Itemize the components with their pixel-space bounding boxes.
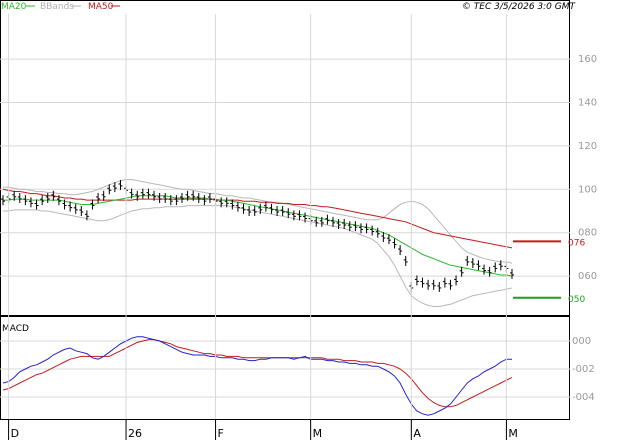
legend-ma50: MA50: [88, 2, 114, 12]
x-tick-label: M: [313, 427, 323, 440]
y-tick-label: -002: [572, 364, 595, 375]
ma20-line: [3, 195, 513, 277]
macd-panel-label: MACD: [2, 324, 29, 334]
stock-chart: MA20 BBands MA50 © TEC 3/5/2026 3:0 GMT …: [0, 0, 627, 440]
y-tick-label: 160: [578, 54, 597, 65]
y-tick-label: 140: [578, 97, 597, 108]
legend-ma20: MA20: [1, 2, 27, 12]
price-panel: 160 140 120 100 080 060 076 050: [0, 54, 597, 307]
y-tick-label: -004: [572, 392, 595, 403]
x-tick-label: M: [508, 427, 518, 440]
bbands-lower-line: [3, 205, 513, 307]
y-tick-label: 120: [578, 141, 597, 152]
x-axis: D 26 F M A M: [8, 14, 518, 440]
ma50-line: [2, 188, 513, 249]
chart-canvas: MA20 BBands MA50 © TEC 3/5/2026 3:0 GMT …: [0, 0, 597, 440]
macd-panel: 000 -002 -004: [0, 336, 595, 416]
y-tick-label: 000: [572, 336, 591, 347]
y-tick-label: 080: [578, 228, 597, 239]
x-tick-label: 26: [128, 427, 142, 440]
x-tick-label: D: [11, 427, 19, 440]
level-label: 050: [568, 295, 585, 305]
level-label: 076: [568, 238, 585, 248]
x-tick-label: F: [218, 427, 224, 440]
y-tick-label: 100: [578, 184, 597, 195]
x-tick-label: A: [413, 427, 421, 440]
legend: MA20 BBands MA50: [1, 2, 120, 12]
copyright-text: © TEC 3/5/2026 3:0 GMT: [462, 2, 577, 12]
bbands-upper-line: [3, 179, 513, 264]
legend-bbands: BBands: [40, 2, 74, 12]
y-tick-label: 060: [578, 271, 597, 282]
